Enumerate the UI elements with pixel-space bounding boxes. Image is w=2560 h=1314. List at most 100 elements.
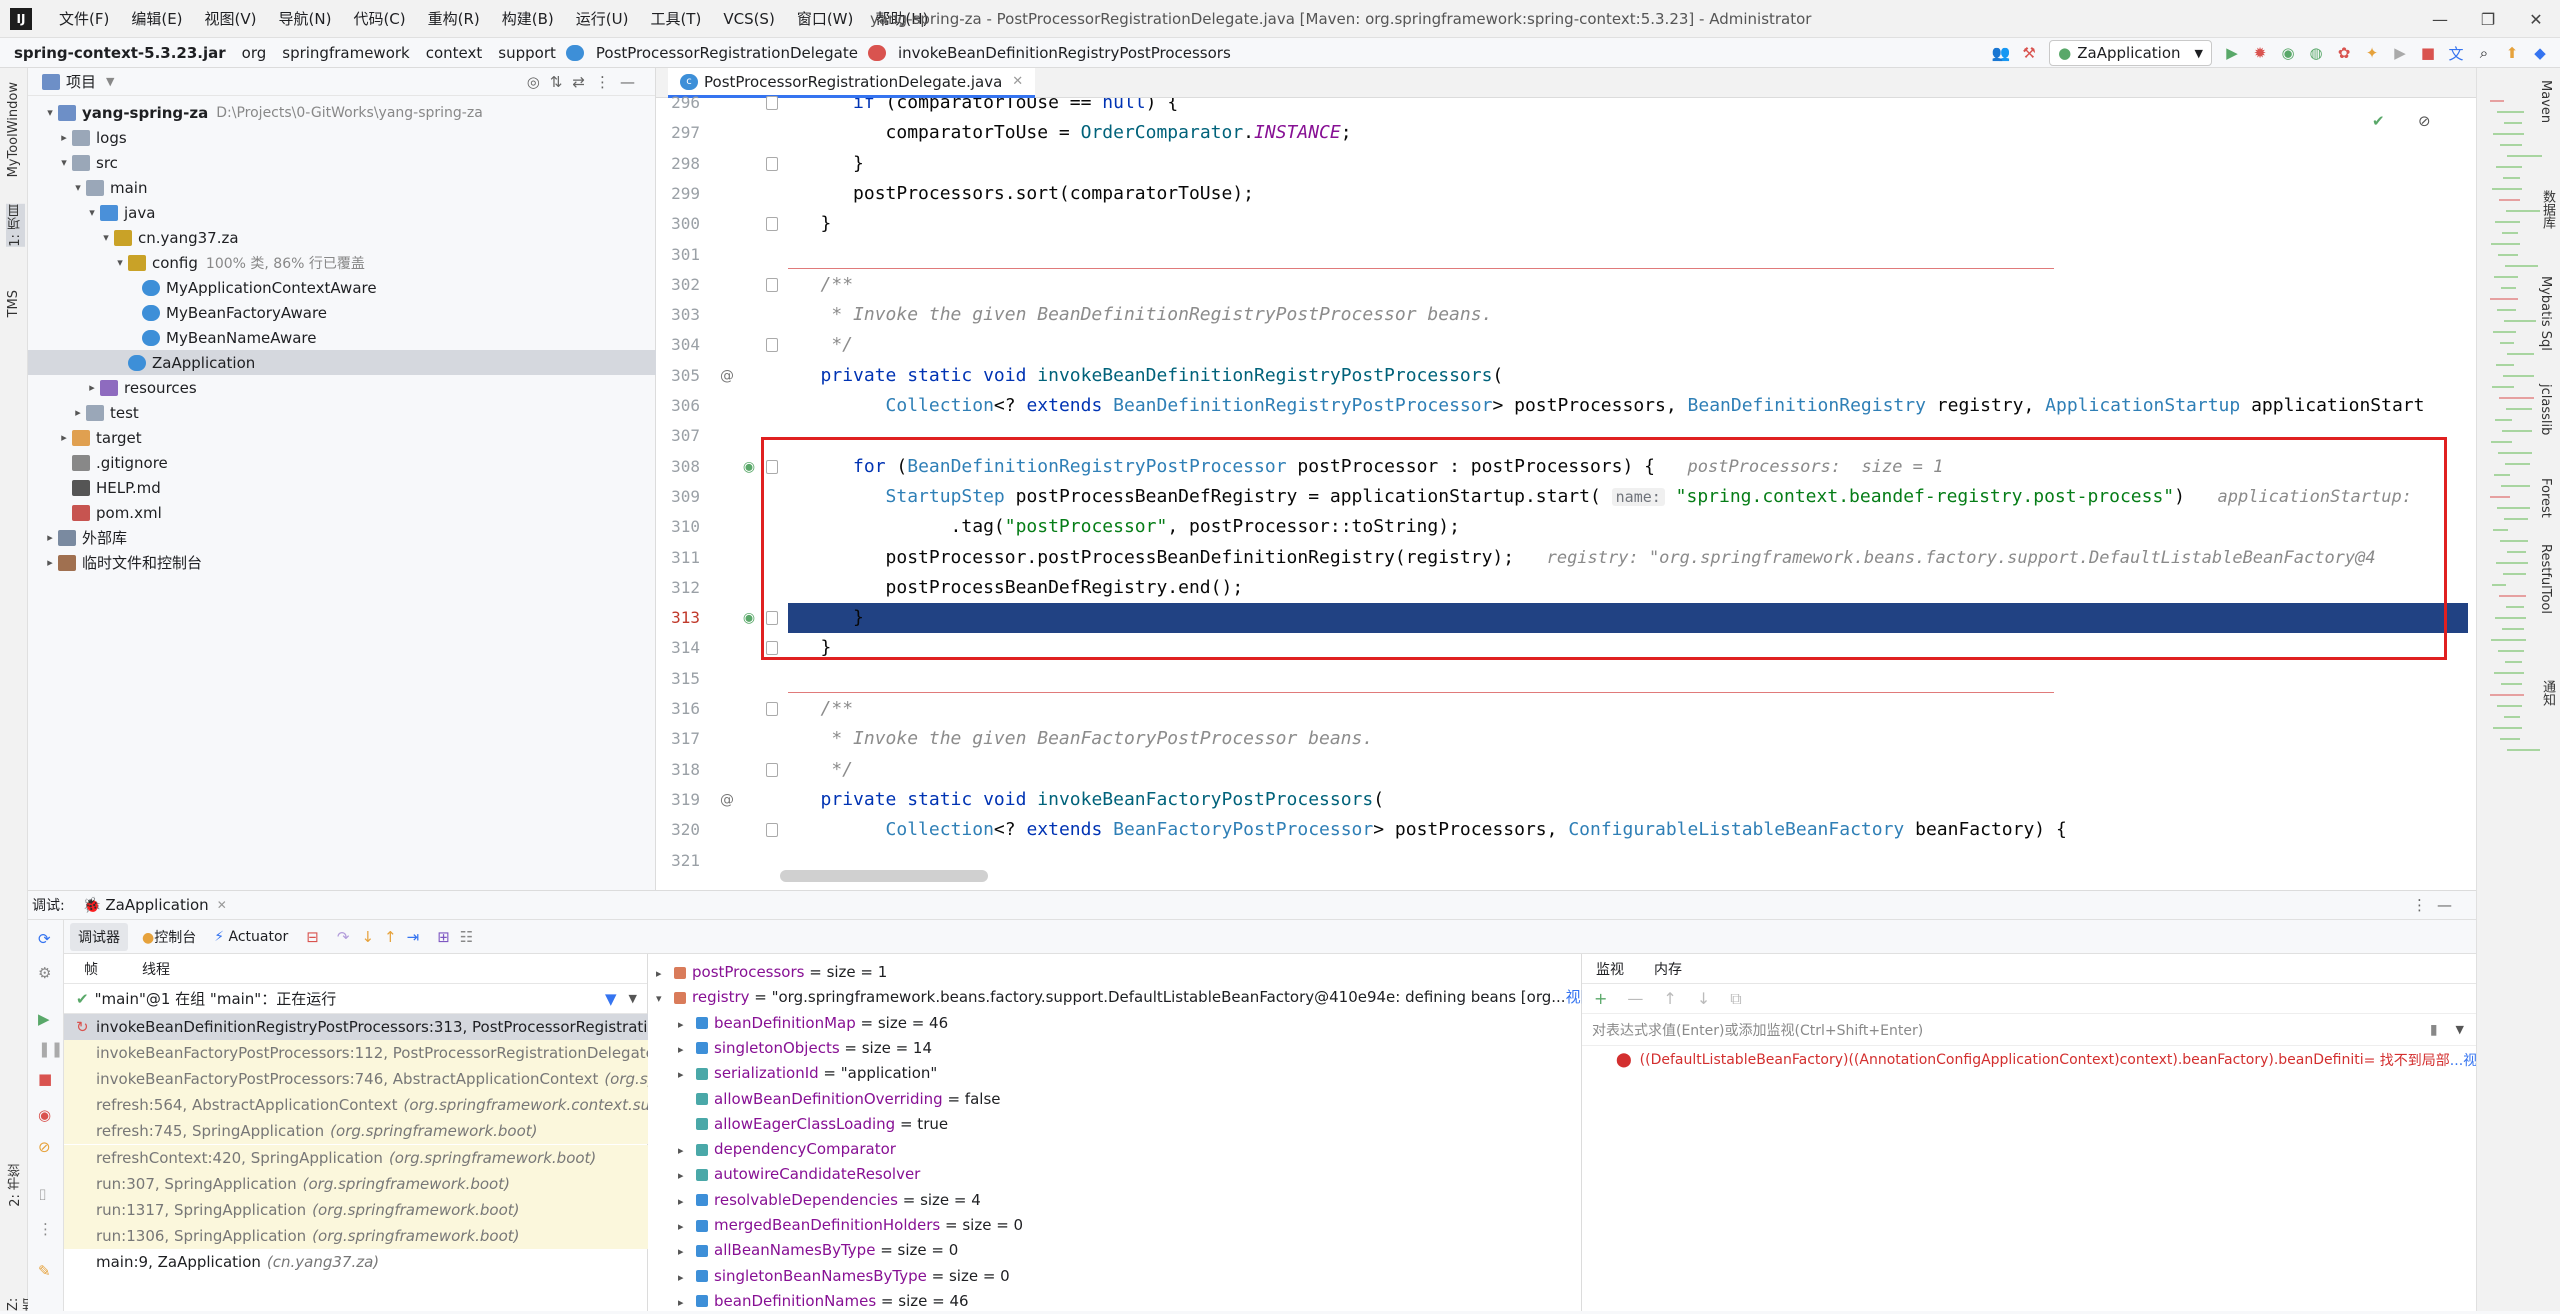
variable-row[interactable]: ▸ postProcessors = size = 1 bbox=[648, 960, 1582, 985]
code-line[interactable] bbox=[788, 846, 2468, 876]
move-up-icon[interactable]: ↑ bbox=[1663, 989, 1676, 1008]
expand-arrow-icon[interactable]: ▸ bbox=[656, 961, 670, 985]
variable-row[interactable]: ▸ beanDefinitionNames = size = 46 bbox=[648, 1289, 1582, 1314]
expand-arrow-icon[interactable]: ▸ bbox=[56, 431, 72, 444]
pause-icon[interactable]: ❚❚ bbox=[38, 1040, 63, 1058]
close-window-icon[interactable]: ✕ bbox=[2512, 0, 2560, 38]
tab-frames[interactable]: 帧 bbox=[84, 959, 98, 979]
expand-arrow-icon[interactable]: ▸ bbox=[678, 1037, 692, 1061]
expand-arrow-icon[interactable]: ▸ bbox=[678, 1012, 692, 1036]
stripe-bookmarks[interactable]: 2: 书签 bbox=[6, 1164, 25, 1207]
translate-icon[interactable]: 文 bbox=[2442, 39, 2470, 67]
stack-frame[interactable]: invokeBeanFactoryPostProcessors:746, Abs… bbox=[64, 1066, 648, 1093]
menu-item-5[interactable]: 重构(R) bbox=[417, 0, 491, 38]
variable-row[interactable]: ▸ serializationId = "application" bbox=[648, 1061, 1582, 1086]
tab-debugger[interactable]: 调试器 bbox=[70, 922, 128, 951]
expand-arrow-icon[interactable]: ▸ bbox=[678, 1062, 692, 1086]
stack-frame[interactable]: run:307, SpringApplication (org.springfra… bbox=[64, 1170, 648, 1197]
project-header-actions[interactable]: ◎⇅⇄⋮— bbox=[527, 73, 645, 91]
fold-marker-icon[interactable] bbox=[766, 156, 778, 171]
stripe-mytoolwindow[interactable]: MyToolWindow bbox=[6, 82, 21, 177]
step-controls[interactable]: ↷ bbox=[337, 928, 362, 946]
stripe-tms[interactable]: TMS bbox=[6, 290, 21, 317]
fold-marker-icon[interactable] bbox=[766, 277, 778, 292]
code-line[interactable] bbox=[788, 664, 2468, 694]
step-out-icon[interactable]: ↑ bbox=[384, 928, 397, 946]
code-minimap[interactable] bbox=[2476, 100, 2542, 780]
breadcrumb-item-6[interactable]: invokeBeanDefinitionRegistryPostProcesso… bbox=[892, 44, 1237, 62]
watch-input[interactable]: 对表达式求值(Enter)或添加监视(Ctrl+Shift+Enter) ▮ ▼ bbox=[1582, 1014, 2476, 1046]
code-line[interactable] bbox=[788, 240, 2468, 270]
tree-item[interactable]: MyBeanNameAware bbox=[28, 325, 656, 350]
ide-logo-icon[interactable]: ◆ bbox=[2526, 39, 2554, 67]
stack-frame[interactable]: invokeBeanFactoryPostProcessors:112, Pos… bbox=[64, 1040, 648, 1067]
expand-arrow-icon[interactable]: ▾ bbox=[112, 256, 128, 269]
variable-row[interactable]: ▸ autowireCandidateResolver bbox=[648, 1162, 1582, 1187]
evaluate-icon[interactable]: ⊞ bbox=[437, 928, 450, 946]
run-config-select[interactable]: ● ZaApplication ▼ bbox=[2049, 40, 2212, 66]
menu-item-3[interactable]: 导航(N) bbox=[268, 0, 343, 38]
restore-icon[interactable]: ❐ bbox=[2464, 0, 2512, 38]
tree-item[interactable]: ▾ config 100% 类, 86% 行已覆盖 bbox=[28, 250, 656, 275]
menu-item-6[interactable]: 构建(B) bbox=[491, 0, 565, 38]
close-tab-icon[interactable]: ✕ bbox=[1012, 74, 1023, 89]
trace-icon[interactable]: ☷ bbox=[460, 928, 473, 946]
tab-memory[interactable]: 内存 bbox=[1654, 959, 1682, 979]
menu-item-9[interactable]: VCS(S) bbox=[712, 0, 785, 38]
rerun-icon[interactable]: ⟳ bbox=[38, 930, 51, 948]
fold-marker-icon[interactable] bbox=[766, 702, 778, 716]
variable-row[interactable]: allowBeanDefinitionOverriding = false bbox=[648, 1087, 1582, 1112]
variable-row[interactable]: allowEagerClassLoading = true bbox=[648, 1112, 1582, 1137]
tree-item[interactable]: ▸ logs bbox=[28, 125, 656, 150]
tab-postprocessor-delegate[interactable]: c PostProcessorRegistrationDelegate.java… bbox=[668, 68, 1036, 98]
bookmark-icon[interactable]: ▮ bbox=[2430, 1022, 2438, 1038]
menu-item-2[interactable]: 视图(V) bbox=[194, 0, 268, 38]
stripe-notifications[interactable]: 通知 bbox=[2538, 680, 2557, 706]
user-icon[interactable]: 👥 bbox=[1987, 39, 2015, 67]
fold-marker-icon[interactable] bbox=[766, 823, 778, 838]
expand-arrow-icon[interactable]: ▾ bbox=[98, 231, 114, 244]
expand-arrow-icon[interactable]: ▸ bbox=[678, 1239, 692, 1263]
code-line[interactable]: */ bbox=[788, 755, 2468, 785]
minimize-icon[interactable]: — bbox=[2416, 0, 2464, 38]
menu-item-4[interactable]: 代码(C) bbox=[342, 0, 416, 38]
watch-item[interactable]: ⬤ ((DefaultListableBeanFactory)((Annotat… bbox=[1582, 1046, 2476, 1074]
resume-program-icon[interactable]: ▶ bbox=[38, 1010, 50, 1028]
reader-mode-icon[interactable]: ⊘ bbox=[2418, 112, 2431, 130]
variable-row[interactable]: ▸ allBeanNamesByType = size = 0 bbox=[648, 1238, 1582, 1263]
stack-frame[interactable]: refresh:564, AbstractApplicationContext (… bbox=[64, 1092, 648, 1119]
menu-item-0[interactable]: 文件(F) bbox=[48, 0, 120, 38]
tree-item[interactable]: ▸ 外部库 bbox=[28, 525, 656, 550]
update-icon[interactable]: ⬆ bbox=[2498, 39, 2526, 67]
expand-arrow-icon[interactable]: ▸ bbox=[42, 556, 58, 569]
coverage-marker-icon[interactable]: ◉ bbox=[740, 452, 758, 482]
stack-frame[interactable]: refreshContext:420, SpringApplication (or… bbox=[64, 1144, 648, 1171]
view-link[interactable]: 视图 bbox=[1566, 988, 1582, 1006]
stack-frame[interactable]: ↻ invokeBeanDefinitionRegistryPostProcess… bbox=[64, 1014, 648, 1040]
stripe-database[interactable]: 数据库 bbox=[2538, 190, 2557, 229]
expand-arrow-icon[interactable]: ▾ bbox=[656, 986, 670, 1010]
tab-watches[interactable]: 监视 bbox=[1596, 959, 1624, 979]
expand-arrow-icon[interactable]: ▸ bbox=[678, 1290, 692, 1314]
jrebel-debug-icon[interactable]: ✦ bbox=[2358, 39, 2386, 67]
close-session-icon[interactable]: ✕ bbox=[217, 898, 227, 912]
breadcrumb-item-1[interactable]: org bbox=[236, 44, 273, 62]
variable-row[interactable]: ▾ registry = "org.springframework.beans.f… bbox=[648, 985, 1582, 1010]
move-down-icon[interactable]: ↓ bbox=[1697, 989, 1710, 1008]
remove-watch-icon[interactable]: — bbox=[1627, 989, 1643, 1008]
settings-icon[interactable]: ⚙ bbox=[38, 964, 51, 982]
add-watch-icon[interactable]: + bbox=[1594, 989, 1607, 1008]
stripe-maven[interactable]: Maven bbox=[2538, 80, 2553, 123]
breadcrumb-item-2[interactable]: springframework bbox=[276, 44, 415, 62]
expand-arrow-icon[interactable]: ▸ bbox=[678, 1138, 692, 1162]
restore-layout-icon[interactable]: ⊟ bbox=[306, 928, 319, 946]
code-line[interactable]: } bbox=[788, 149, 2468, 179]
tree-item[interactable]: ZaApplication bbox=[28, 350, 656, 375]
horizontal-scrollbar[interactable] bbox=[780, 870, 988, 882]
variable-row[interactable]: ▸ singletonBeanNamesByType = size = 0 bbox=[648, 1264, 1582, 1289]
breadcrumb-item-3[interactable]: context bbox=[420, 44, 489, 62]
stack-frame[interactable]: run:1317, SpringApplication (org.springfr… bbox=[64, 1196, 648, 1223]
search-icon[interactable]: ⌕ bbox=[2470, 39, 2498, 67]
tree-item[interactable]: ▸ 临时文件和控制台 bbox=[28, 550, 656, 575]
code-line[interactable]: Collection<? extends BeanFactoryPostProc… bbox=[788, 815, 2468, 845]
